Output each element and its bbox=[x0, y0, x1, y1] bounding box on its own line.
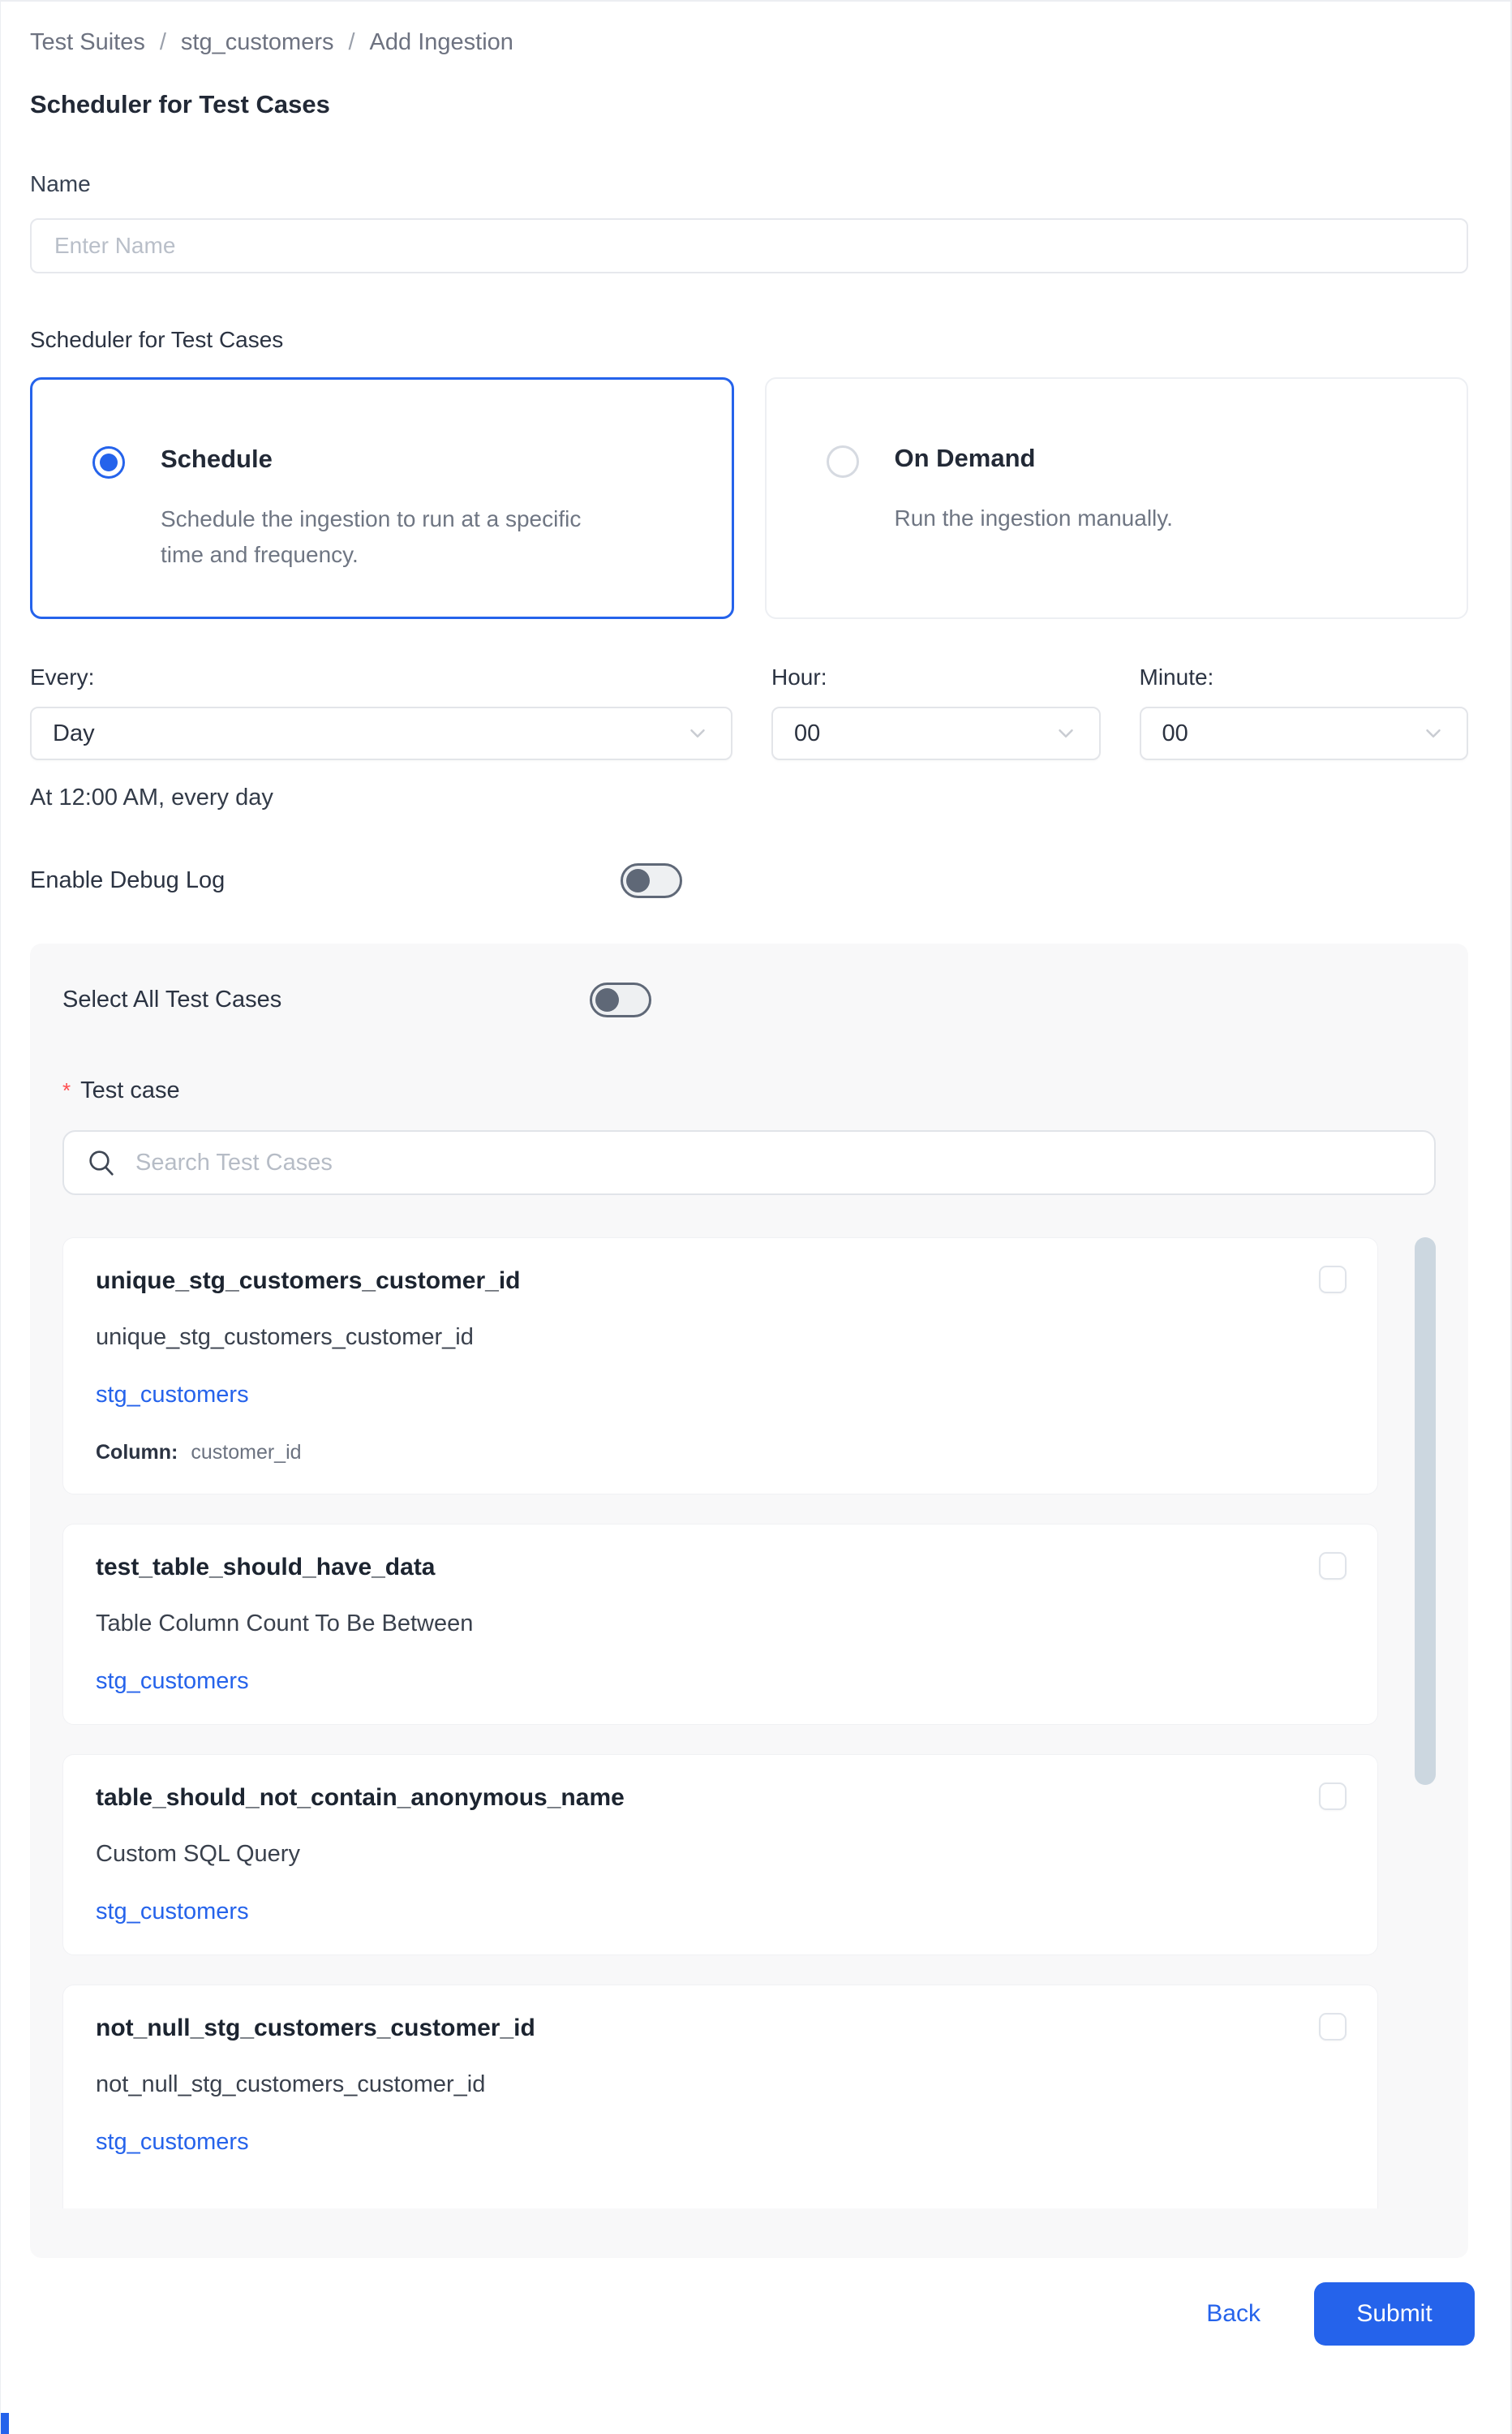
test-case-description: unique_stg_customers_customer_id bbox=[96, 1324, 1345, 1351]
schedule-option-card[interactable]: Schedule Schedule the ingestion to run a… bbox=[30, 377, 734, 619]
every-select-value: Day bbox=[53, 720, 95, 747]
radio-unselected-icon[interactable] bbox=[827, 445, 859, 478]
test-case-name: test_table_should_have_data bbox=[96, 1554, 1345, 1581]
test-case-table-link[interactable]: stg_customers bbox=[96, 1899, 249, 1925]
test-case-table-link[interactable]: stg_customers bbox=[96, 1668, 249, 1695]
test-case-description: not_null_stg_customers_customer_id bbox=[96, 2071, 1345, 2098]
list-scrollbar-thumb[interactable] bbox=[1415, 1237, 1436, 1785]
enable-debug-log-toggle[interactable] bbox=[621, 863, 682, 898]
chevron-down-icon bbox=[1421, 721, 1445, 746]
breadcrumb-separator: / bbox=[160, 29, 166, 56]
select-all-toggle[interactable] bbox=[590, 983, 651, 1017]
required-asterisk: * bbox=[62, 1078, 71, 1103]
name-input-placeholder: Enter Name bbox=[54, 233, 175, 259]
test-case-card: not_null_stg_customers_customer_id not_n… bbox=[62, 1985, 1378, 2208]
schedule-option-description: Schedule the ingestion to run at a speci… bbox=[161, 501, 615, 573]
breadcrumb-stg-customers[interactable]: stg_customers bbox=[181, 29, 334, 56]
test-case-field-label: * Test case bbox=[62, 1077, 1436, 1104]
hour-select[interactable]: 00 bbox=[771, 707, 1101, 760]
on-demand-option-title: On Demand bbox=[895, 444, 1173, 473]
left-edge-accent-strip bbox=[1, 2413, 9, 2434]
on-demand-option-description: Run the ingestion manually. bbox=[895, 501, 1173, 536]
hour-select-value: 00 bbox=[794, 720, 820, 747]
test-case-list: unique_stg_customers_customer_id unique_… bbox=[62, 1237, 1436, 2208]
enable-debug-log-label: Enable Debug Log bbox=[30, 867, 621, 894]
back-button[interactable]: Back bbox=[1206, 2300, 1261, 2328]
test-case-name: unique_stg_customers_customer_id bbox=[96, 1267, 1345, 1295]
cron-summary-text: At 12:00 AM, every day bbox=[30, 785, 1468, 811]
test-case-checkbox[interactable] bbox=[1319, 1552, 1347, 1580]
schedule-option-title: Schedule bbox=[161, 445, 615, 474]
test-case-table-link[interactable]: stg_customers bbox=[96, 1382, 249, 1408]
chevron-down-icon bbox=[1054, 721, 1078, 746]
radio-selected-icon[interactable] bbox=[92, 446, 125, 479]
test-case-selection-panel: Select All Test Cases * Test case Search… bbox=[30, 944, 1468, 2258]
scheduler-section-label: Scheduler for Test Cases bbox=[30, 327, 1468, 353]
test-case-description: Table Column Count To Be Between bbox=[96, 1610, 1345, 1637]
every-label: Every: bbox=[30, 664, 732, 690]
breadcrumb: Test Suites / stg_customers / Add Ingest… bbox=[30, 2, 1468, 56]
chevron-down-icon bbox=[685, 721, 710, 746]
add-ingestion-page: Test Suites / stg_customers / Add Ingest… bbox=[0, 0, 1512, 2434]
name-field-label: Name bbox=[30, 171, 1468, 197]
schedule-type-options: Schedule Schedule the ingestion to run a… bbox=[30, 377, 1468, 619]
footer-actions: Back Submit bbox=[1, 2258, 1510, 2370]
name-input[interactable]: Enter Name bbox=[30, 218, 1468, 273]
select-all-label: Select All Test Cases bbox=[62, 987, 590, 1013]
test-case-name: table_should_not_contain_anonymous_name bbox=[96, 1784, 1345, 1812]
submit-button[interactable]: Submit bbox=[1314, 2282, 1475, 2346]
enable-debug-log-row: Enable Debug Log bbox=[30, 863, 1468, 898]
toggle-knob bbox=[626, 869, 650, 892]
breadcrumb-separator: / bbox=[348, 29, 354, 56]
test-case-card: unique_stg_customers_customer_id unique_… bbox=[62, 1237, 1378, 1494]
test-case-checkbox[interactable] bbox=[1319, 1266, 1347, 1293]
test-case-table-link[interactable]: stg_customers bbox=[96, 2129, 249, 2156]
test-case-card: table_should_not_contain_anonymous_name … bbox=[62, 1754, 1378, 1955]
test-case-name: not_null_stg_customers_customer_id bbox=[96, 2015, 1345, 2042]
test-case-checkbox[interactable] bbox=[1319, 2013, 1347, 2041]
minute-select[interactable]: 00 bbox=[1140, 707, 1469, 760]
search-placeholder: Search Test Cases bbox=[135, 1150, 333, 1176]
select-all-row: Select All Test Cases bbox=[62, 983, 1436, 1017]
toggle-knob bbox=[595, 988, 619, 1012]
search-icon bbox=[85, 1146, 118, 1179]
test-case-description: Custom SQL Query bbox=[96, 1841, 1345, 1868]
hour-label: Hour: bbox=[771, 664, 1101, 690]
column-label: Column: bbox=[96, 1441, 178, 1464]
page-title: Scheduler for Test Cases bbox=[30, 90, 1468, 119]
test-case-label-text: Test case bbox=[80, 1077, 180, 1104]
every-select[interactable]: Day bbox=[30, 707, 732, 760]
minute-select-value: 00 bbox=[1162, 720, 1188, 747]
test-case-column-row: Column: customer_id bbox=[96, 1441, 1345, 1464]
search-test-cases-input[interactable]: Search Test Cases bbox=[62, 1130, 1436, 1195]
cron-settings-row: Every: Day Hour: 00 Minute: 00 bbox=[30, 664, 1468, 760]
test-case-checkbox[interactable] bbox=[1319, 1782, 1347, 1810]
test-case-card: test_table_should_have_data Table Column… bbox=[62, 1524, 1378, 1725]
breadcrumb-test-suites[interactable]: Test Suites bbox=[30, 29, 145, 56]
on-demand-option-card[interactable]: On Demand Run the ingestion manually. bbox=[765, 377, 1469, 619]
minute-label: Minute: bbox=[1140, 664, 1469, 690]
column-value: customer_id bbox=[191, 1441, 301, 1464]
breadcrumb-add-ingestion: Add Ingestion bbox=[370, 29, 513, 56]
